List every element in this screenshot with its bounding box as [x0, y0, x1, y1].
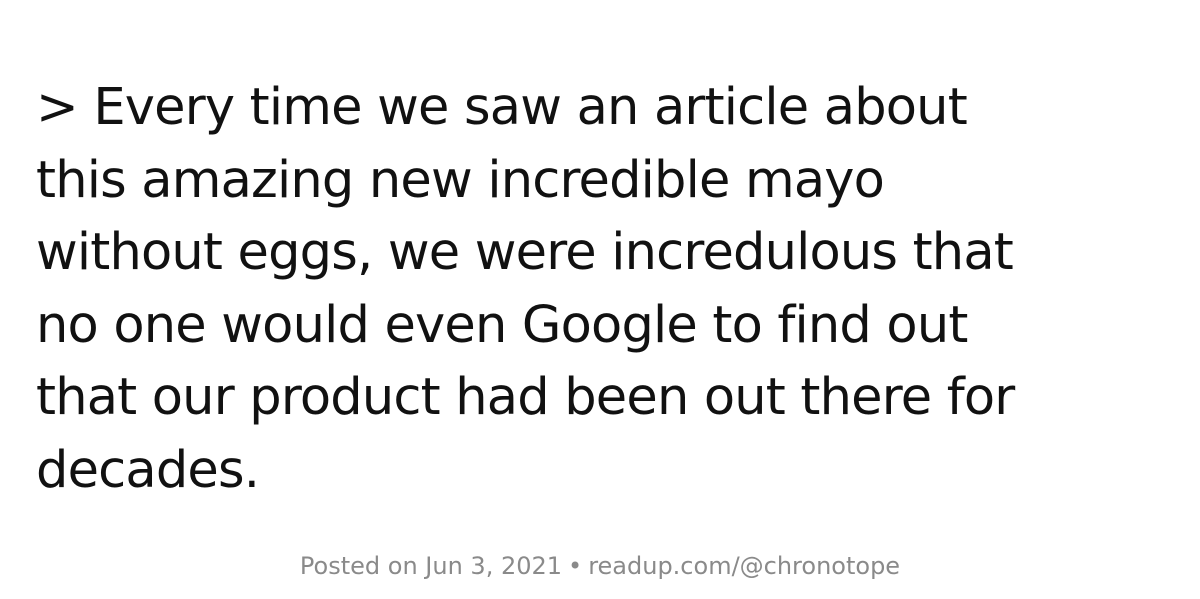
quote-line: > Every time we saw an article about [36, 78, 968, 137]
bullet-separator: • [568, 552, 583, 580]
post-footer: Posted on Jun 3, 2021 • readup.com/@chrono… [0, 546, 1200, 586]
quote-line: this amazing new incredible mayo [36, 150, 885, 210]
profile-link[interactable]: readup.com/@chronotope [588, 552, 900, 580]
posted-date: Posted on Jun 3, 2021 [299, 552, 563, 580]
quote-text: > Every time we saw an article about thi… [36, 72, 1176, 507]
share-card: > Every time we saw an article about thi… [0, 0, 1200, 599]
quote-line: decades. [36, 440, 260, 500]
quote-line: without eggs, we were incredulous that [36, 223, 1014, 282]
quote-line: no one would even Google to find out [36, 295, 968, 355]
quote-line: that our product had been out there for [36, 368, 1015, 427]
